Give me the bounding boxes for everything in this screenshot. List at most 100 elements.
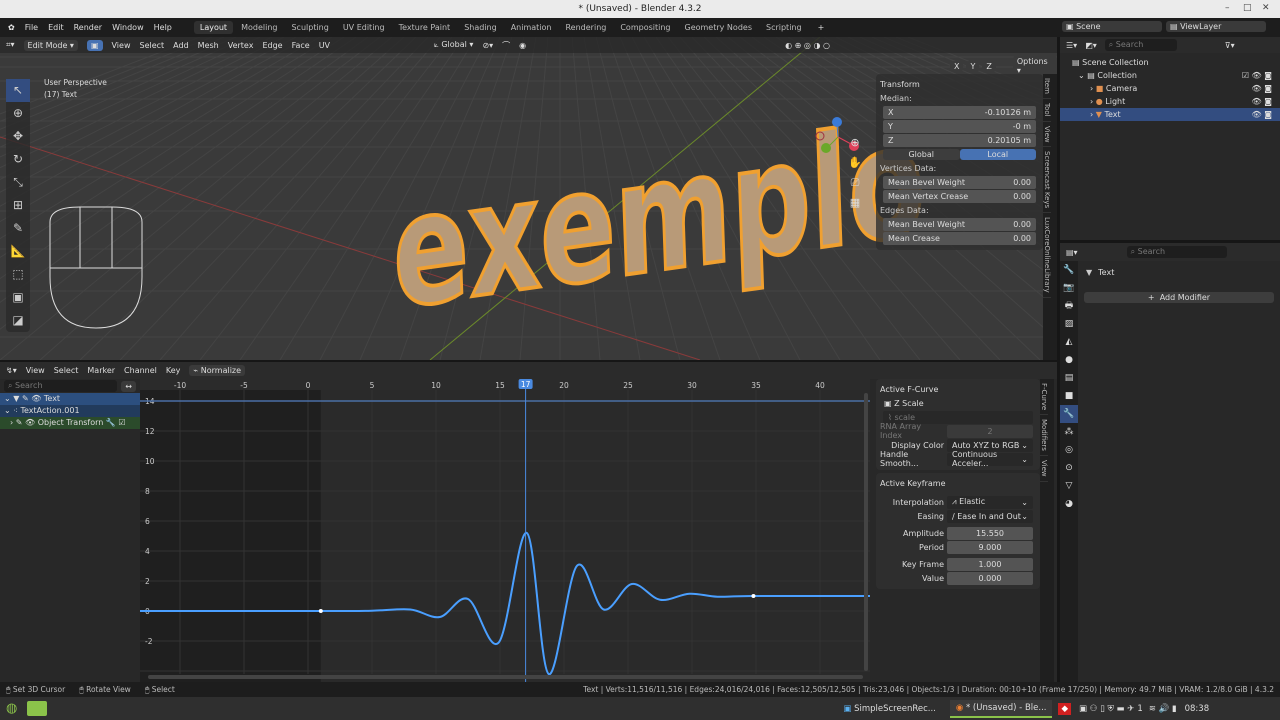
workspace-tab-scripting[interactable]: Scripting	[760, 21, 808, 34]
viewport-menu-view[interactable]: View	[112, 41, 131, 50]
viewport-menu-edge[interactable]: Edge	[262, 41, 282, 50]
outliner-item-text[interactable]: › ▼ Text 👁 ◙	[1060, 108, 1280, 121]
channel-search[interactable]: ⌕ Search	[4, 380, 118, 392]
collection-tab-icon[interactable]: ▤	[1060, 369, 1078, 387]
graph-menu-view[interactable]: View	[26, 366, 45, 375]
select-tool-icon[interactable]: ↖	[6, 79, 30, 102]
viewport-menu-select[interactable]: Select	[139, 41, 164, 50]
select-mode-face[interactable]: ▣	[86, 39, 103, 51]
annotate-tool-icon[interactable]: ✎	[6, 217, 30, 240]
handle-smoothing-dropdown[interactable]: Continuous Acceler... ⌄	[947, 450, 1033, 468]
global-toggle[interactable]: Global	[883, 148, 960, 160]
median-x-field[interactable]: X -0.10126 m	[883, 105, 1036, 119]
mirror-z-toggle[interactable]: Z	[982, 60, 996, 72]
taskbar-app-screenrec[interactable]: ▣ SimpleScreenRec...	[843, 704, 936, 714]
proportional-edit-icon[interactable]: ◉	[519, 41, 526, 50]
minimize-icon[interactable]: –	[1225, 3, 1230, 13]
blender-logo-icon[interactable]: ✿	[8, 23, 15, 32]
menu-window[interactable]: Window	[112, 23, 144, 32]
object-tab-icon[interactable]: ■	[1060, 387, 1078, 405]
viewport-menu-vertex[interactable]: Vertex	[228, 41, 254, 50]
mean-vertex-crease-field[interactable]: Mean Vertex Crease 0.00	[883, 189, 1036, 203]
graph-canvas[interactable]: -10-5051015202530354014121086420-217	[140, 379, 870, 682]
tool-tab-icon[interactable]: 🔧	[1060, 261, 1078, 279]
tab-tool[interactable]: Tool	[1043, 99, 1051, 122]
workspace-tab-geometry-nodes[interactable]: Geometry Nodes	[679, 21, 758, 34]
3d-viewport[interactable]: exemplo ⌗▾ Edit Mode ▾ ▣ View Select Add…	[0, 37, 1057, 360]
collection-row[interactable]: ⌄ ▤ Collection ☑ 👁 ◙	[1060, 69, 1280, 82]
filter-icon[interactable]: ⊽▾	[1225, 41, 1235, 50]
properties-search[interactable]: ⌕ Search	[1126, 246, 1227, 258]
workspace-tab-modeling[interactable]: Modeling	[235, 21, 283, 34]
menu-help[interactable]: Help	[154, 23, 172, 32]
files-icon[interactable]	[27, 701, 48, 716]
display-mode-icon[interactable]: ☰▾	[1066, 41, 1077, 50]
workspace-tab-animation[interactable]: Animation	[505, 21, 558, 34]
tab-luxcore-online-library[interactable]: LuxCoreOnlineLibrary	[1043, 213, 1051, 298]
zoom-icon[interactable]: ⊕	[848, 133, 862, 153]
horizontal-scrollbar[interactable]	[148, 675, 863, 679]
swap-icon[interactable]: ↔	[121, 380, 136, 392]
add-workspace-icon[interactable]: +	[818, 23, 825, 32]
amplitude-field[interactable]: 15.550	[947, 526, 1033, 540]
viewport-menu-mesh[interactable]: Mesh	[198, 41, 219, 50]
constraints-tab-icon[interactable]: ⊙	[1060, 459, 1078, 477]
shading-modes[interactable]: ◐ ⊕ ◎ ◑ ○	[785, 41, 830, 50]
mirror-x-toggle[interactable]: X	[950, 60, 964, 72]
menu-edit[interactable]: Edit	[48, 23, 64, 32]
move-tool-icon[interactable]: ✥	[6, 125, 30, 148]
outliner-item-light[interactable]: › ● Light 👁 ◙	[1060, 95, 1280, 108]
scene-tab-icon[interactable]: ◭	[1060, 333, 1078, 351]
view-layer-tab-icon[interactable]: ▨	[1060, 315, 1078, 333]
mode-dropdown[interactable]: Edit Mode ▾	[23, 39, 78, 51]
anydesk-tray-icon[interactable]: ◆	[1058, 702, 1072, 715]
outliner-item-camera[interactable]: › ■ Camera 👁 ◙	[1060, 82, 1280, 95]
scene-selector[interactable]: ▣ Scene ▤ ViewLayer	[1062, 21, 1266, 32]
workspace-tab-rendering[interactable]: Rendering	[559, 21, 612, 34]
tray-icons[interactable]: ▣ ⚇ ▯ ⛨ ▬ ✈	[1079, 704, 1134, 714]
maximize-icon[interactable]: □	[1243, 3, 1252, 13]
particles-tab-icon[interactable]: ⁂	[1060, 423, 1078, 441]
tab-view[interactable]: View	[1043, 122, 1051, 148]
editor-type-icon[interactable]: ⌗▾	[6, 40, 15, 50]
normalize-toggle[interactable]: ⌁ Normalize	[189, 365, 246, 376]
workspace-tab-shading[interactable]: Shading	[458, 21, 503, 34]
tab-fcurve[interactable]: F-Curve	[1040, 379, 1048, 416]
rna-index-field[interactable]: 2	[947, 424, 1033, 438]
graph-editor-type-icon[interactable]: ↯▾	[6, 366, 17, 375]
interpolation-dropdown[interactable]: ⩘ Elastic ⌄	[947, 495, 1033, 509]
inset-tool-icon[interactable]: ▣	[6, 286, 30, 309]
channel-object-text[interactable]: ⌄ ▼ ✎ 👁 Text	[0, 393, 140, 405]
bevel-tool-icon[interactable]: ◪	[6, 309, 30, 332]
mint-menu-icon[interactable]: ◍	[6, 701, 17, 716]
active-fcurve-header[interactable]: Active F-Curve	[880, 385, 938, 394]
render-tab-icon[interactable]: 📷	[1060, 279, 1078, 297]
median-z-field[interactable]: Z 0.20105 m	[883, 133, 1036, 147]
physics-tab-icon[interactable]: ◎	[1060, 441, 1078, 459]
material-tab-icon[interactable]: ◕	[1060, 495, 1078, 513]
menu-file[interactable]: File	[25, 23, 38, 32]
scene-collection-row[interactable]: ▤ Scene Collection	[1060, 56, 1280, 69]
world-tab-icon[interactable]: ●	[1060, 351, 1078, 369]
filter-type-icon[interactable]: ◩▾	[1085, 41, 1097, 50]
tab-modifiers[interactable]: Modifiers	[1040, 415, 1048, 457]
workspace-tab-uv-editing[interactable]: UV Editing	[337, 21, 391, 34]
menu-render[interactable]: Render	[74, 23, 102, 32]
viewport-menu-uv[interactable]: UV	[319, 41, 330, 50]
graph-menu-key[interactable]: Key	[166, 366, 181, 375]
tab-screencast-keys[interactable]: Screencast Keys	[1043, 147, 1051, 214]
graph-menu-channel[interactable]: Channel	[124, 366, 157, 375]
local-toggle[interactable]: Local	[959, 148, 1036, 160]
active-keyframe-header[interactable]: Active Keyframe	[880, 479, 946, 488]
vertical-scrollbar[interactable]	[864, 393, 868, 671]
text-object[interactable]: exemplo	[388, 88, 929, 346]
measure-tool-icon[interactable]: 📐	[6, 240, 30, 263]
mean-bevel-weight-vertex-field[interactable]: Mean Bevel Weight 0.00	[883, 175, 1036, 189]
options-dropdown[interactable]: Options ▾	[1012, 56, 1057, 76]
output-tab-icon[interactable]: 🖶	[1060, 297, 1078, 315]
channel-action[interactable]: ⌄ ⁖ TextAction.001	[0, 405, 140, 417]
clock[interactable]: 08:38	[1185, 704, 1210, 714]
workspace-tab-texture-paint[interactable]: Texture Paint	[393, 21, 457, 34]
transform-tool-icon[interactable]: ⊞	[6, 194, 30, 217]
pivot-icon[interactable]: ⊘▾	[482, 41, 493, 50]
